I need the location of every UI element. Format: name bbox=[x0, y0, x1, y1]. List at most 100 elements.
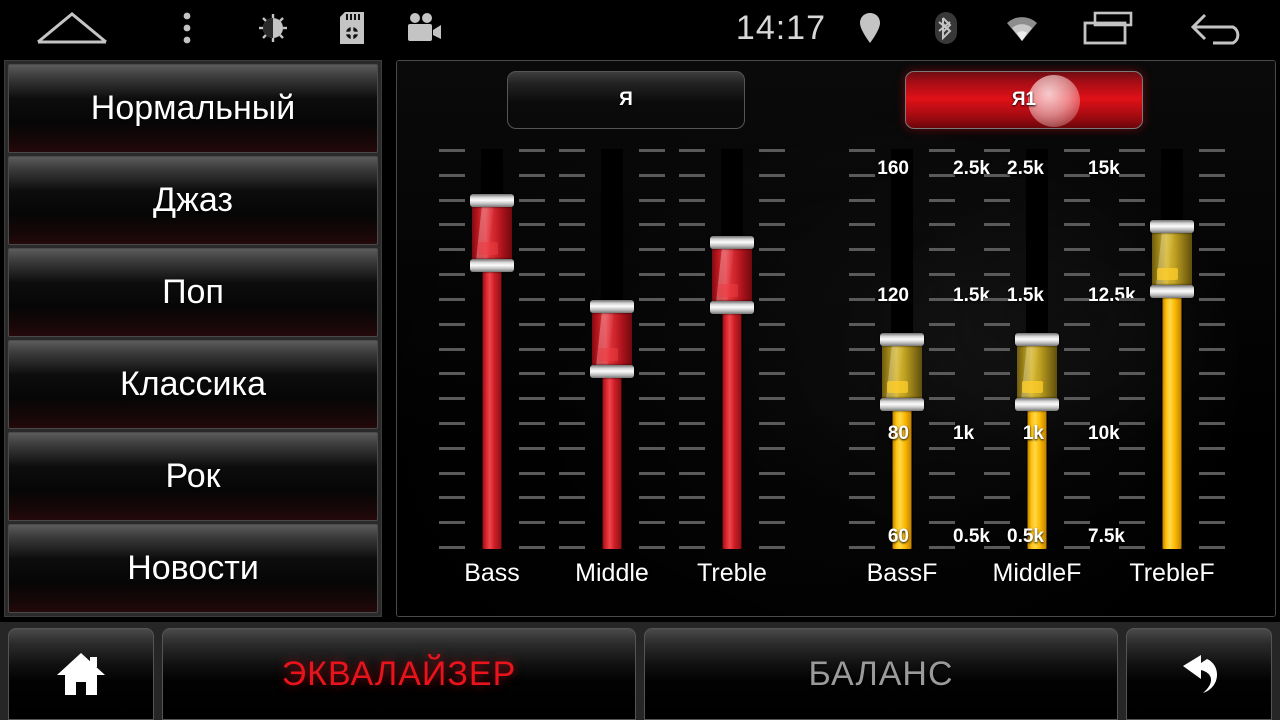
slider-thumb-nub bbox=[1156, 267, 1178, 280]
slider-thumb[interactable] bbox=[880, 332, 924, 411]
slider-middlef[interactable]: 2.5k 1.5k 1k 0.5k 15k 12.5k 10k 7.5k MiddleF bbox=[982, 149, 1136, 609]
slider-scale-value: 1.5k bbox=[1007, 285, 1044, 306]
slider-tick-marks bbox=[759, 149, 785, 549]
slider-scale-value: 160 bbox=[877, 158, 909, 179]
brightness-icon[interactable] bbox=[230, 0, 316, 56]
slider-tick-marks bbox=[984, 149, 1010, 549]
preset-label: Рок bbox=[165, 457, 221, 495]
slider-thumb[interactable] bbox=[1015, 332, 1059, 411]
slider-track[interactable] bbox=[557, 149, 667, 549]
slider-tick-marks bbox=[519, 149, 545, 549]
slider-label: Middle bbox=[575, 559, 649, 587]
slider-fill bbox=[722, 274, 742, 549]
freq-slider-group: 160 120 80 60 2.5k 1.5k 1k 0.5k BassF 2.5k 1.5k 1k… bbox=[837, 149, 1267, 609]
preset-label: Джаз bbox=[153, 181, 233, 219]
slider-thumb-nub bbox=[886, 380, 908, 393]
camera-icon[interactable] bbox=[388, 0, 460, 56]
slider-thumb-body bbox=[712, 246, 752, 303]
slider-thumb-cap bbox=[1150, 219, 1194, 233]
preset-label: Классика bbox=[119, 365, 267, 403]
slider-scale-value: 0.5k bbox=[1007, 526, 1044, 547]
slider-thumb-nub bbox=[1021, 380, 1043, 393]
preset-item-normal[interactable]: Нормальный bbox=[8, 64, 378, 153]
preset-label: Нормальный bbox=[90, 89, 296, 127]
preset-list: Нормальный Джаз Поп Классика Рок Новости bbox=[4, 60, 382, 617]
recents-icon[interactable] bbox=[1060, 0, 1156, 56]
slider-thumb-cap bbox=[880, 332, 924, 346]
tab-equalizer[interactable]: ЭКВАЛАЙЗЕР bbox=[162, 628, 636, 720]
slider-thumb-nub bbox=[597, 348, 618, 362]
preset-item-classic[interactable]: Классика bbox=[8, 340, 378, 429]
slider-track[interactable] bbox=[677, 149, 787, 549]
slider-middle[interactable]: Middle bbox=[557, 149, 667, 609]
back-icon[interactable] bbox=[1156, 0, 1280, 56]
slider-thumb-nub bbox=[717, 283, 738, 297]
equalizer-panel: Я Я1 Bass Middle Treble 160 120 80 60 2.5k 1.… bbox=[396, 60, 1276, 617]
home-icon[interactable] bbox=[0, 0, 144, 56]
slider-track[interactable] bbox=[982, 149, 1092, 549]
slider-thumb-cap bbox=[1015, 332, 1059, 346]
slider-tick-marks bbox=[639, 149, 665, 549]
eq-preset-slot-a[interactable]: Я bbox=[507, 71, 745, 129]
slider-thumb-nub bbox=[477, 242, 498, 256]
location-pin-icon bbox=[832, 0, 908, 56]
slider-label: MiddleF bbox=[992, 559, 1082, 587]
bottom-tab-bar: ЭКВАЛАЙЗЕР БАЛАНС bbox=[0, 622, 1280, 720]
slider-thumb-cap bbox=[590, 300, 634, 314]
overflow-menu-icon[interactable] bbox=[144, 0, 230, 56]
sdcard-icon[interactable] bbox=[316, 0, 388, 56]
preset-label: Новости bbox=[127, 549, 259, 587]
slider-thumb-cap bbox=[710, 300, 754, 314]
tab-balance[interactable]: БАЛАНС bbox=[644, 628, 1118, 720]
slider-fill bbox=[482, 233, 502, 549]
preset-item-pop[interactable]: Поп bbox=[8, 248, 378, 337]
slider-treble[interactable]: Treble bbox=[677, 149, 787, 609]
slider-thumb-cap bbox=[590, 365, 634, 379]
slider-scale-left: 160 120 80 60 bbox=[793, 149, 909, 549]
eq-preset-slot-b-label: Я1 bbox=[1011, 89, 1037, 110]
slider-scale-value: 60 bbox=[887, 526, 909, 547]
slider-bass[interactable]: Bass bbox=[437, 149, 547, 609]
slider-thumb[interactable] bbox=[470, 194, 514, 273]
slider-thumb-body bbox=[472, 205, 512, 262]
clock-text: 14:17 bbox=[735, 8, 826, 47]
preset-item-news[interactable]: Новости bbox=[8, 524, 378, 613]
slider-thumb-cap bbox=[1150, 284, 1194, 298]
slider-track[interactable] bbox=[1117, 149, 1227, 549]
slider-tick-marks bbox=[439, 149, 465, 549]
slider-thumb-cap bbox=[1015, 397, 1059, 411]
slider-scale-value: 80 bbox=[887, 423, 909, 444]
preset-label: Поп bbox=[162, 273, 224, 311]
slider-track[interactable] bbox=[437, 149, 547, 549]
preset-item-jazz[interactable]: Джаз bbox=[8, 156, 378, 245]
bluetooth-icon bbox=[908, 0, 984, 56]
slider-thumb-body bbox=[1017, 343, 1057, 400]
slider-thumb-cap bbox=[470, 194, 514, 208]
slider-tick-marks bbox=[1119, 149, 1145, 549]
slider-thumb[interactable] bbox=[590, 300, 634, 379]
tab-balance-label: БАЛАНС bbox=[808, 654, 954, 693]
slider-label: BassF bbox=[866, 559, 938, 587]
status-clock: 14:17 bbox=[642, 0, 832, 56]
slider-label: TrebleF bbox=[1129, 559, 1215, 587]
back-arrow-icon bbox=[1183, 655, 1218, 693]
back-button[interactable] bbox=[1126, 628, 1272, 720]
eq-preset-slot-b[interactable]: Я1 bbox=[905, 71, 1143, 129]
slider-tick-marks bbox=[849, 149, 875, 549]
preset-item-rock[interactable]: Рок bbox=[8, 432, 378, 521]
home-button[interactable] bbox=[8, 628, 154, 720]
slider-tick-marks bbox=[1199, 149, 1225, 549]
slider-thumb-body bbox=[882, 343, 922, 400]
slider-thumb[interactable] bbox=[710, 235, 754, 314]
slider-thumb-cap bbox=[710, 235, 754, 249]
slider-thumb-cap bbox=[880, 397, 924, 411]
gain-slider-group: Bass Middle Treble bbox=[427, 149, 797, 609]
slider-label: Treble bbox=[697, 559, 767, 587]
slider-tick-marks bbox=[679, 149, 705, 549]
tab-equalizer-label: ЭКВАЛАЙЗЕР bbox=[281, 654, 517, 693]
slider-treblef[interactable]: TrebleF bbox=[1117, 149, 1227, 609]
slider-label: Bass bbox=[464, 559, 520, 587]
slider-thumb[interactable] bbox=[1150, 219, 1194, 298]
slider-scale-value: 2.5k bbox=[1007, 158, 1044, 179]
wifi-icon bbox=[984, 0, 1060, 56]
